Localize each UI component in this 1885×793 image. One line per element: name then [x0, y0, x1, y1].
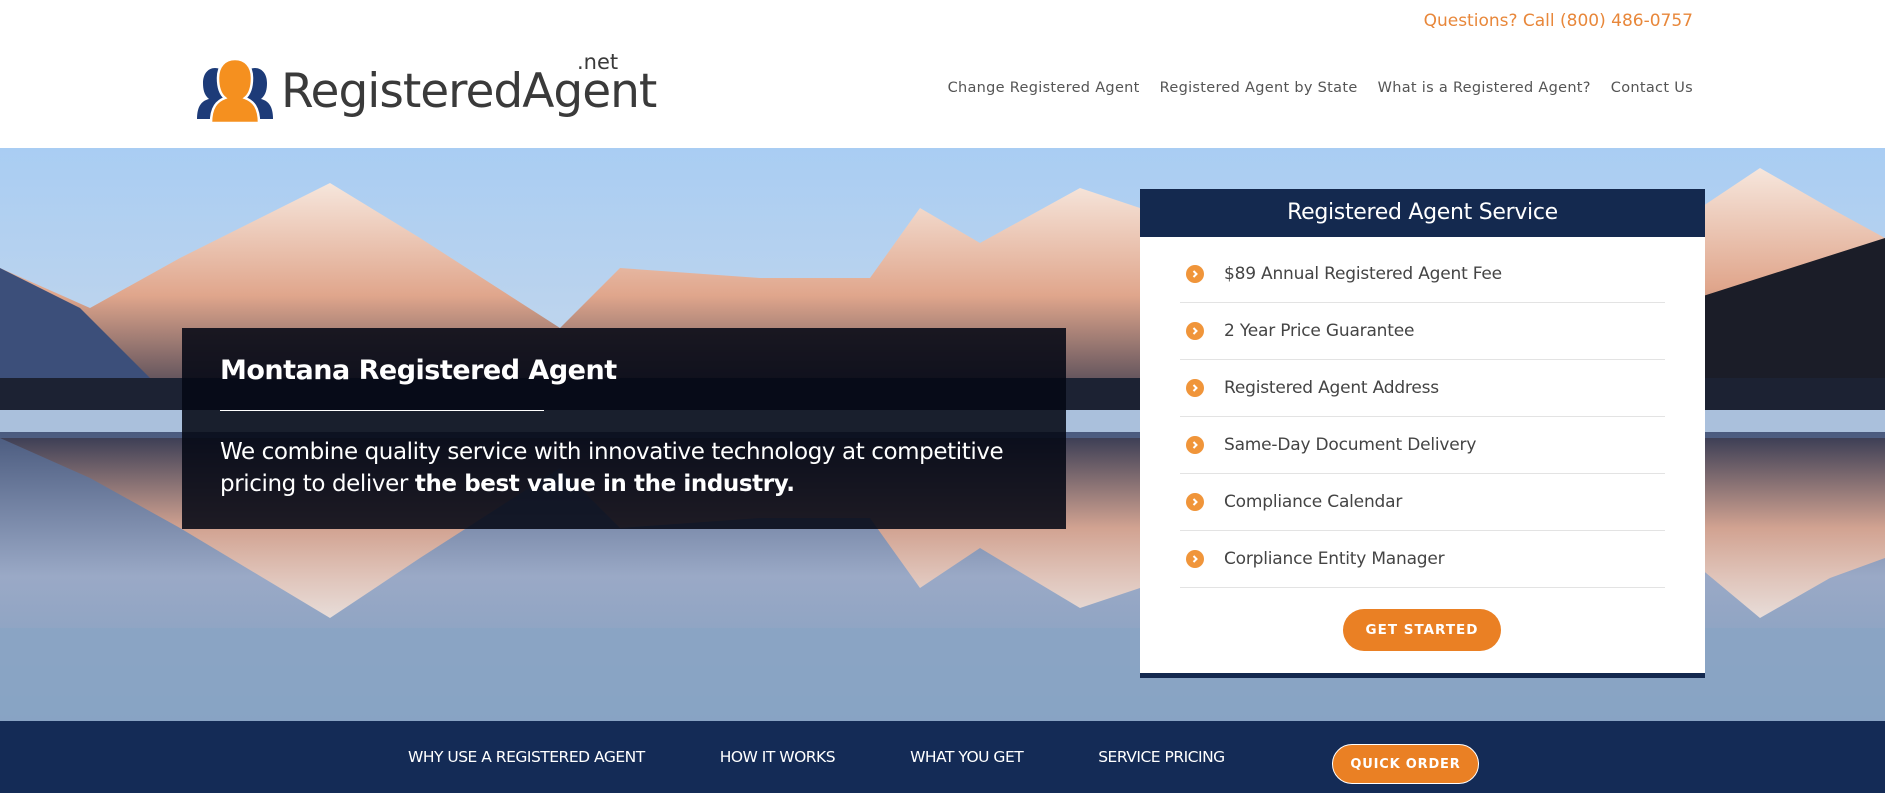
- list-item: Registered Agent Address: [1180, 360, 1665, 417]
- section-nav-bar: WHY USE A REGISTERED AGENT HOW IT WORKS …: [0, 721, 1885, 793]
- feature-label: $89 Annual Registered Agent Fee: [1224, 264, 1502, 284]
- list-item: Compliance Calendar: [1180, 474, 1665, 531]
- chevron-circle-right-icon: [1186, 550, 1204, 568]
- logo-tld: .net: [577, 50, 619, 74]
- site-logo[interactable]: RegisteredAgent .net: [193, 50, 657, 130]
- list-item: $89 Annual Registered Agent Fee: [1180, 246, 1665, 303]
- service-card: Registered Agent Service $89 Annual Regi…: [1140, 189, 1705, 678]
- title-divider: [220, 410, 544, 411]
- feature-label: Registered Agent Address: [1224, 378, 1439, 398]
- site-header: Questions? Call (800) 486-0757 Registere…: [0, 0, 1885, 148]
- feature-label: Same-Day Document Delivery: [1224, 435, 1477, 455]
- section-link-why-use[interactable]: WHY USE A REGISTERED AGENT: [408, 748, 645, 766]
- main-nav: Change Registered Agent Registered Agent…: [948, 80, 1693, 96]
- chevron-circle-right-icon: [1186, 436, 1204, 454]
- feature-label: 2 Year Price Guarantee: [1224, 321, 1415, 341]
- chevron-circle-right-icon: [1186, 379, 1204, 397]
- quick-order-button[interactable]: QUICK ORDER: [1332, 744, 1479, 784]
- hero-section: Montana Registered Agent We combine qual…: [0, 148, 1885, 721]
- section-link-what-you-get[interactable]: WHAT YOU GET: [910, 748, 1024, 766]
- nav-what-is-registered-agent[interactable]: What is a Registered Agent?: [1378, 80, 1591, 96]
- service-card-title: Registered Agent Service: [1140, 189, 1705, 237]
- hero-text-bold: the best value in the industry.: [414, 471, 795, 497]
- people-group-icon: [197, 57, 273, 123]
- hero-description: We combine quality service with innovati…: [220, 436, 1040, 500]
- chevron-circle-right-icon: [1186, 265, 1204, 283]
- section-link-how-it-works[interactable]: HOW IT WORKS: [720, 748, 836, 766]
- chevron-circle-right-icon: [1186, 322, 1204, 340]
- nav-contact-us[interactable]: Contact Us: [1611, 80, 1693, 96]
- list-item: 2 Year Price Guarantee: [1180, 303, 1665, 360]
- section-nav-links: WHY USE A REGISTERED AGENT HOW IT WORKS …: [408, 721, 1300, 793]
- feature-label: Compliance Calendar: [1224, 492, 1403, 512]
- nav-change-registered-agent[interactable]: Change Registered Agent: [948, 80, 1140, 96]
- phone-contact[interactable]: Questions? Call (800) 486-0757: [1424, 11, 1693, 31]
- service-feature-list: $89 Annual Registered Agent Fee 2 Year P…: [1180, 246, 1665, 588]
- nav-registered-agent-by-state[interactable]: Registered Agent by State: [1160, 80, 1358, 96]
- get-started-button[interactable]: GET STARTED: [1343, 609, 1501, 651]
- hero-title: Montana Registered Agent: [220, 355, 617, 386]
- feature-label: Corpliance Entity Manager: [1224, 549, 1445, 569]
- chevron-circle-right-icon: [1186, 493, 1204, 511]
- section-link-service-pricing[interactable]: SERVICE PRICING: [1098, 748, 1225, 766]
- list-item: Same-Day Document Delivery: [1180, 417, 1665, 474]
- intro-panel: Montana Registered Agent We combine qual…: [182, 328, 1066, 529]
- list-item: Corpliance Entity Manager: [1180, 531, 1665, 588]
